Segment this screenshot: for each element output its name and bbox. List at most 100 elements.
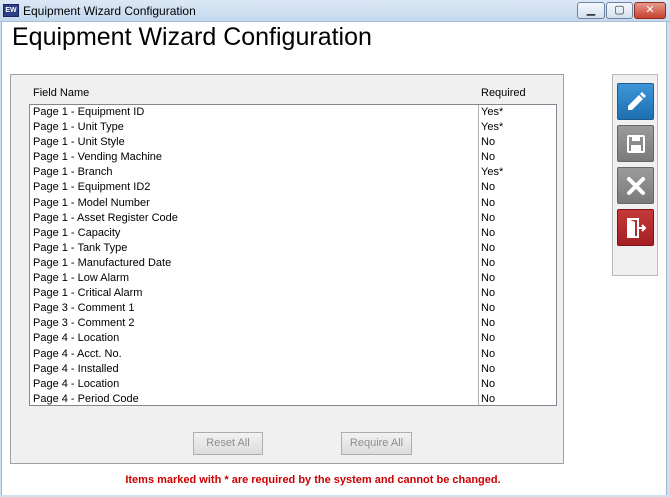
required-cell[interactable]: Yes* <box>481 120 503 135</box>
field-name-cell: Page 1 - Unit Style <box>33 136 125 149</box>
table-row[interactable]: Page 1 - Model Number No <box>30 195 556 211</box>
field-name-cell: Page 1 - Branch <box>33 166 113 179</box>
exit-button[interactable] <box>617 209 654 246</box>
field-name-cell: Page 1 - Equipment ID <box>33 106 145 118</box>
table-row[interactable]: Page 1 - Critical Alarm No <box>30 286 556 302</box>
required-cell[interactable]: No <box>481 347 495 362</box>
edit-button[interactable] <box>617 83 654 120</box>
pencil-icon <box>628 92 646 110</box>
field-name-cell: Page 1 - Capacity <box>33 226 121 239</box>
floppy-disk-icon <box>627 135 645 153</box>
column-divider <box>478 346 479 362</box>
window-title: Equipment Wizard Configuration <box>23 4 196 18</box>
reset-all-button[interactable]: Reset All <box>193 432 263 455</box>
table-row[interactable]: Page 1 - Branch Yes* <box>30 165 556 181</box>
table-row[interactable]: Page 1 - Equipment ID Yes* <box>30 105 556 121</box>
table-row[interactable]: Page 4 - Installed No <box>30 361 556 377</box>
page-title: Equipment Wizard Configuration <box>12 23 372 51</box>
table-row[interactable]: Page 3 - Comment 2 No <box>30 316 556 332</box>
table-row[interactable]: Page 4 - Location No <box>30 331 556 347</box>
column-divider <box>478 135 479 151</box>
field-name-cell: Page 3 - Comment 2 <box>33 317 135 330</box>
field-name-cell: Page 1 - Tank Type <box>33 241 128 254</box>
column-divider <box>478 225 479 241</box>
field-name-cell: Page 4 - Acct. No. <box>33 347 122 360</box>
save-button[interactable] <box>617 125 654 162</box>
required-cell[interactable]: No <box>481 226 495 241</box>
field-name-cell: Page 3 - Comment 1 <box>33 302 135 315</box>
required-cell[interactable]: Yes* <box>481 165 503 180</box>
action-toolbar <box>612 74 658 276</box>
column-divider <box>478 150 479 166</box>
column-divider <box>478 301 479 317</box>
column-header-field-name: Field Name <box>33 87 90 99</box>
required-cell[interactable]: No <box>481 392 495 405</box>
title-bar: EW Equipment Wizard Configuration ▁ ▢ ✕ <box>0 0 670 22</box>
column-header-required: Required <box>481 87 526 99</box>
field-name-cell: Page 1 - Equipment ID2 <box>33 181 151 194</box>
exit-door-icon <box>627 218 647 238</box>
table-row[interactable]: Page 1 - Vending Machine No <box>30 150 556 166</box>
table-row[interactable]: Page 3 - Comment 1 No <box>30 301 556 317</box>
column-divider <box>478 240 479 256</box>
table-row[interactable]: Page 4 - Location No <box>30 376 556 392</box>
field-name-cell: Page 1 - Low Alarm <box>33 272 129 285</box>
required-cell[interactable]: No <box>481 362 495 377</box>
column-divider <box>478 120 479 136</box>
field-list[interactable]: Page 1 - Equipment ID Yes* Page 1 - Unit T… <box>29 104 557 406</box>
field-name-cell: Page 1 - Asset Register Code <box>33 211 178 224</box>
require-all-button[interactable]: Require All <box>341 432 412 455</box>
field-name-cell: Page 1 - Critical Alarm <box>33 287 143 300</box>
cancel-button[interactable] <box>617 167 654 204</box>
required-cell[interactable]: Yes* <box>481 105 503 120</box>
column-divider <box>478 180 479 196</box>
field-name-cell: Page 1 - Vending Machine <box>33 151 163 164</box>
column-divider <box>478 165 479 181</box>
column-divider <box>478 105 479 121</box>
table-row[interactable]: Page 1 - Unit Style No <box>30 135 556 151</box>
field-name-cell: Page 4 - Installed <box>33 362 119 375</box>
close-window-button[interactable]: ✕ <box>634 2 666 19</box>
required-fields-note: Items marked with * are required by the … <box>125 474 501 486</box>
column-divider <box>478 391 479 405</box>
required-cell[interactable]: No <box>481 211 495 226</box>
app-icon: EW <box>3 4 19 17</box>
column-divider <box>478 195 479 211</box>
column-divider <box>478 286 479 302</box>
table-row[interactable]: Page 1 - Unit Type Yes* <box>30 120 556 136</box>
required-cell[interactable]: No <box>481 256 495 271</box>
table-row[interactable]: Page 1 - Low Alarm No <box>30 271 556 287</box>
field-name-cell: Page 1 - Manufactured Date <box>33 256 172 269</box>
table-row[interactable]: Page 1 - Tank Type No <box>30 240 556 256</box>
required-cell[interactable]: No <box>481 241 495 256</box>
required-cell[interactable]: No <box>481 286 495 301</box>
table-row[interactable]: Page 1 - Equipment ID2 No <box>30 180 556 196</box>
required-cell[interactable]: No <box>481 271 495 286</box>
required-cell[interactable]: No <box>481 377 495 392</box>
field-name-cell: Page 1 - Model Number <box>33 196 150 209</box>
required-cell[interactable]: No <box>481 316 495 331</box>
maximize-button[interactable]: ▢ <box>606 2 633 19</box>
column-divider <box>478 271 479 287</box>
table-row[interactable]: Page 1 - Manufactured Date No <box>30 255 556 272</box>
column-divider <box>478 376 479 392</box>
minimize-button[interactable]: ▁ <box>577 2 605 19</box>
column-divider <box>478 361 479 377</box>
required-cell[interactable]: No <box>481 150 495 165</box>
required-cell[interactable]: No <box>481 301 495 316</box>
required-cell[interactable]: No <box>481 196 495 211</box>
column-divider <box>478 210 479 226</box>
required-cell[interactable]: No <box>481 331 495 346</box>
column-divider <box>478 331 479 347</box>
field-name-cell: Page 1 - Unit Type <box>33 121 124 134</box>
table-row[interactable]: Page 1 - Capacity No <box>30 225 556 241</box>
table-row[interactable]: Page 4 - Acct. No. No <box>30 346 556 362</box>
column-divider <box>478 255 479 272</box>
table-row[interactable]: Page 4 - Period Code No <box>30 391 556 405</box>
field-config-panel: Field Name Required Page 1 - Equipment I… <box>10 74 564 464</box>
column-divider <box>478 316 479 332</box>
required-cell[interactable]: No <box>481 135 495 150</box>
field-name-cell: Page 4 - Period Code <box>33 392 139 405</box>
required-cell[interactable]: No <box>481 180 495 195</box>
table-row[interactable]: Page 1 - Asset Register Code No <box>30 210 556 226</box>
